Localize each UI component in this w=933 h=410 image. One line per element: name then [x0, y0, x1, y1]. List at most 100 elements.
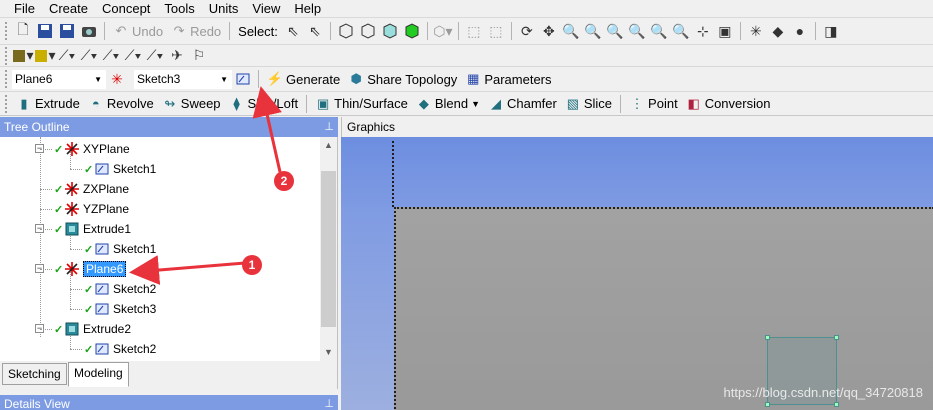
tree-item-sketch2[interactable]: ✓ Sketch2: [84, 279, 156, 299]
slice-button[interactable]: ▧ Slice: [561, 93, 616, 115]
menu-file[interactable]: File: [7, 0, 42, 17]
tab-modeling[interactable]: Modeling: [68, 362, 129, 387]
point-button[interactable]: ⋮ Point: [625, 93, 682, 115]
tree-scrollbar[interactable]: ▲ ▼: [320, 137, 337, 361]
pin-icon[interactable]: ⊥: [324, 117, 334, 137]
active-plane-select[interactable]: Plane6 ▼: [12, 69, 106, 89]
blend-button[interactable]: ◆ Blend ▼: [412, 93, 484, 115]
active-sketch-value: Sketch3: [137, 72, 181, 86]
new-file-icon[interactable]: 🗋: [12, 20, 34, 42]
box-select-icon[interactable]: ⬚: [463, 20, 485, 42]
tree-item-sketch1[interactable]: ✓ Sketch1: [84, 239, 156, 259]
plane6-surface[interactable]: [394, 207, 933, 410]
share-topology-button[interactable]: ⬢ Share Topology: [344, 68, 461, 90]
select-faces-icon[interactable]: [379, 20, 401, 42]
extrude-button[interactable]: ▮ Extrude: [12, 93, 84, 115]
zoom-in-icon[interactable]: 🔍: [582, 20, 604, 42]
viewport-background: [341, 207, 394, 410]
graphics-viewport[interactable]: https://blog.csdn.net/qq_34720818: [341, 137, 933, 410]
line4-icon[interactable]: ⟋▾: [144, 45, 166, 66]
conversion-button[interactable]: ◧ Conversion: [682, 93, 775, 115]
thin-surface-button[interactable]: ▣ Thin/Surface: [311, 93, 412, 115]
redo-button[interactable]: ↷ Redo: [167, 20, 225, 42]
revolve-button[interactable]: ◓ Revolve: [84, 93, 158, 115]
show-point-icon[interactable]: ●: [789, 20, 811, 42]
tree-connector: [70, 289, 82, 290]
frame-display-icon[interactable]: ▾: [34, 45, 56, 66]
select-edges-icon[interactable]: [357, 20, 379, 42]
scroll-thumb[interactable]: [321, 171, 336, 327]
tree-item-extrude2[interactable]: ✓ Extrude2: [54, 319, 131, 339]
zoom-box-icon[interactable]: 🔍: [604, 20, 626, 42]
extend-selection-icon[interactable]: ⬡▾: [432, 20, 454, 42]
tab-sketching[interactable]: Sketching: [2, 363, 67, 385]
zoom-fit-icon[interactable]: 🔍: [626, 20, 648, 42]
menu-help[interactable]: Help: [287, 0, 328, 17]
line-tool-icon[interactable]: ⟋▾: [56, 45, 78, 66]
menu-units[interactable]: Units: [202, 0, 246, 17]
toolbar-grip[interactable]: [5, 22, 8, 40]
mode-tabs: Sketching Modeling: [0, 361, 338, 389]
tree-item-yzplane[interactable]: ✓ YZPlane: [54, 199, 129, 219]
tree-item-sketch3[interactable]: ✓ Sketch3: [84, 299, 156, 319]
menu-view[interactable]: View: [245, 0, 287, 17]
tree-item-xyplane[interactable]: ✓ XYPlane: [54, 139, 130, 159]
sketch-vertex[interactable]: [765, 402, 770, 407]
select-cursor-icon[interactable]: ⇖: [282, 20, 304, 42]
tree-item-extrude1[interactable]: ✓ Extrude1: [54, 219, 131, 239]
menu-tools[interactable]: Tools: [157, 0, 201, 17]
zoom-to-fit-icon[interactable]: 🔍: [648, 20, 670, 42]
select-bodies-icon[interactable]: [401, 20, 423, 42]
chamfer-button[interactable]: ◢ Chamfer: [484, 93, 561, 115]
iso-view-icon[interactable]: ⊹: [692, 20, 714, 42]
pin-tool-icon[interactable]: ✈: [166, 45, 188, 66]
pin-icon[interactable]: ⊥: [324, 395, 334, 410]
tree-item-zxplane[interactable]: ✓ ZXPlane: [54, 179, 129, 199]
show-plane-icon[interactable]: ✳: [745, 20, 767, 42]
solid-display-icon[interactable]: ▾: [12, 45, 34, 66]
scroll-down-icon[interactable]: ▼: [320, 344, 337, 361]
menu-create[interactable]: Create: [42, 0, 95, 17]
scroll-up-icon[interactable]: ▲: [320, 137, 337, 154]
sketch-vertex[interactable]: [834, 402, 839, 407]
tree-item-label: Sketch2: [113, 282, 157, 296]
generate-button[interactable]: ⚡ Generate: [263, 68, 344, 90]
sketch-vertex[interactable]: [765, 335, 770, 340]
tree-item-sketch2[interactable]: ✓ Sketch2: [84, 339, 156, 359]
model-view-icon[interactable]: ◨: [820, 20, 842, 42]
rotate-icon[interactable]: ⟳: [516, 20, 538, 42]
save-as-icon[interactable]: [56, 20, 78, 42]
line2-icon[interactable]: ⟋▾: [100, 45, 122, 66]
save-icon[interactable]: [34, 20, 56, 42]
tree-item-plane6[interactable]: ✓ Plane6: [54, 259, 127, 279]
undo-button[interactable]: ↶ Undo: [109, 20, 167, 42]
new-plane-icon[interactable]: ✳: [106, 68, 128, 90]
show-model-icon[interactable]: ◆: [767, 20, 789, 42]
screenshot-icon[interactable]: [78, 20, 100, 42]
zoom-icon[interactable]: 🔍: [560, 20, 582, 42]
pan-icon[interactable]: ✥: [538, 20, 560, 42]
toolbar-grip[interactable]: [5, 94, 8, 113]
select-points-icon[interactable]: [335, 20, 357, 42]
toolbar-grip[interactable]: [5, 46, 8, 65]
new-sketch-icon[interactable]: [232, 68, 254, 90]
check-icon: ✓: [54, 203, 64, 216]
line3-icon[interactable]: ⟋▾: [122, 45, 144, 66]
select-all-icon[interactable]: ⬚: [485, 20, 507, 42]
sweep-button[interactable]: ↬ Sweep: [158, 93, 225, 115]
flag-tool-icon[interactable]: ⚐: [188, 45, 210, 66]
zoom-out-icon[interactable]: 🔍: [670, 20, 692, 42]
parameters-button[interactable]: ▦ Parameters: [461, 68, 555, 90]
line1-icon[interactable]: ⟋▾: [78, 45, 100, 66]
tree-item-sketch1[interactable]: ✓ Sketch1: [84, 159, 156, 179]
select-mode-icon[interactable]: ⇖: [304, 20, 326, 42]
skin-loft-button[interactable]: ⧫ Skin/Loft: [225, 93, 303, 115]
active-sketch-select[interactable]: Sketch3 ▼: [134, 69, 232, 89]
toolbar-grip[interactable]: [5, 70, 8, 88]
sketch-vertex[interactable]: [834, 335, 839, 340]
menu-concept[interactable]: Concept: [95, 0, 157, 17]
separator: [457, 22, 459, 40]
sketch-icon: [94, 341, 110, 357]
display-icon[interactable]: ▣: [714, 20, 736, 42]
extrude-label: Extrude: [35, 96, 80, 111]
